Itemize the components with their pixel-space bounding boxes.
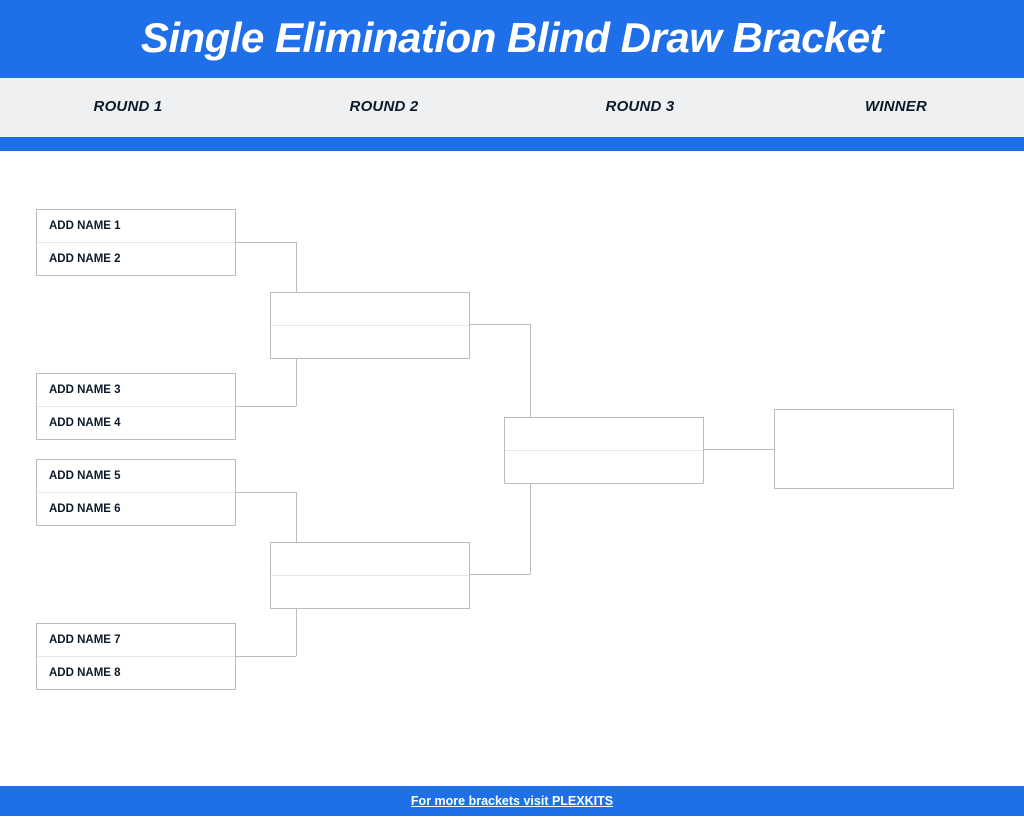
r1-m4-p2[interactable]: ADD NAME 8 (37, 656, 235, 689)
r2-m2-p2[interactable] (271, 575, 469, 608)
winner-box (774, 409, 954, 489)
round-2-label: ROUND 2 (256, 98, 512, 115)
r1-m2-p1[interactable]: ADD NAME 3 (37, 374, 235, 406)
r2-m1-p1[interactable] (271, 293, 469, 325)
r1-m1-p1[interactable]: ADD NAME 1 (37, 210, 235, 242)
r1-match-4: ADD NAME 7 ADD NAME 8 (36, 623, 236, 690)
divider-bar (0, 137, 1024, 151)
connector (236, 406, 296, 407)
r3-match-1 (504, 417, 704, 484)
rounds-header: ROUND 1 ROUND 2 ROUND 3 WINNER (0, 78, 1024, 137)
connector (236, 656, 296, 657)
r1-m4-p1[interactable]: ADD NAME 7 (37, 624, 235, 656)
connector (236, 492, 296, 493)
r1-match-2: ADD NAME 3 ADD NAME 4 (36, 373, 236, 440)
winner-label: WINNER (768, 98, 1024, 115)
connector (704, 449, 774, 450)
r1-m3-p1[interactable]: ADD NAME 5 (37, 460, 235, 492)
connector (236, 242, 296, 243)
r2-m2-p1[interactable] (271, 543, 469, 575)
footer-bar: For more brackets visit PLEXKITS (0, 786, 1024, 816)
r1-m1-p2[interactable]: ADD NAME 2 (37, 242, 235, 275)
r3-m1-p2[interactable] (505, 450, 703, 483)
r1-match-3: ADD NAME 5 ADD NAME 6 (36, 459, 236, 526)
r1-m2-p2[interactable]: ADD NAME 4 (37, 406, 235, 439)
page-title: Single Elimination Blind Draw Bracket (0, 0, 1024, 78)
footer-link[interactable]: For more brackets visit PLEXKITS (411, 794, 613, 808)
connector (470, 574, 530, 575)
round-1-label: ROUND 1 (0, 98, 256, 115)
winner-slot[interactable] (775, 410, 953, 488)
r2-match-1 (270, 292, 470, 359)
round-3-label: ROUND 3 (512, 98, 768, 115)
r2-m1-p2[interactable] (271, 325, 469, 358)
r3-m1-p1[interactable] (505, 418, 703, 450)
r1-m3-p2[interactable]: ADD NAME 6 (37, 492, 235, 525)
bracket-canvas: ADD NAME 1 ADD NAME 2 ADD NAME 3 ADD NAM… (0, 151, 1024, 779)
r1-match-1: ADD NAME 1 ADD NAME 2 (36, 209, 236, 276)
r2-match-2 (270, 542, 470, 609)
connector (470, 324, 530, 325)
